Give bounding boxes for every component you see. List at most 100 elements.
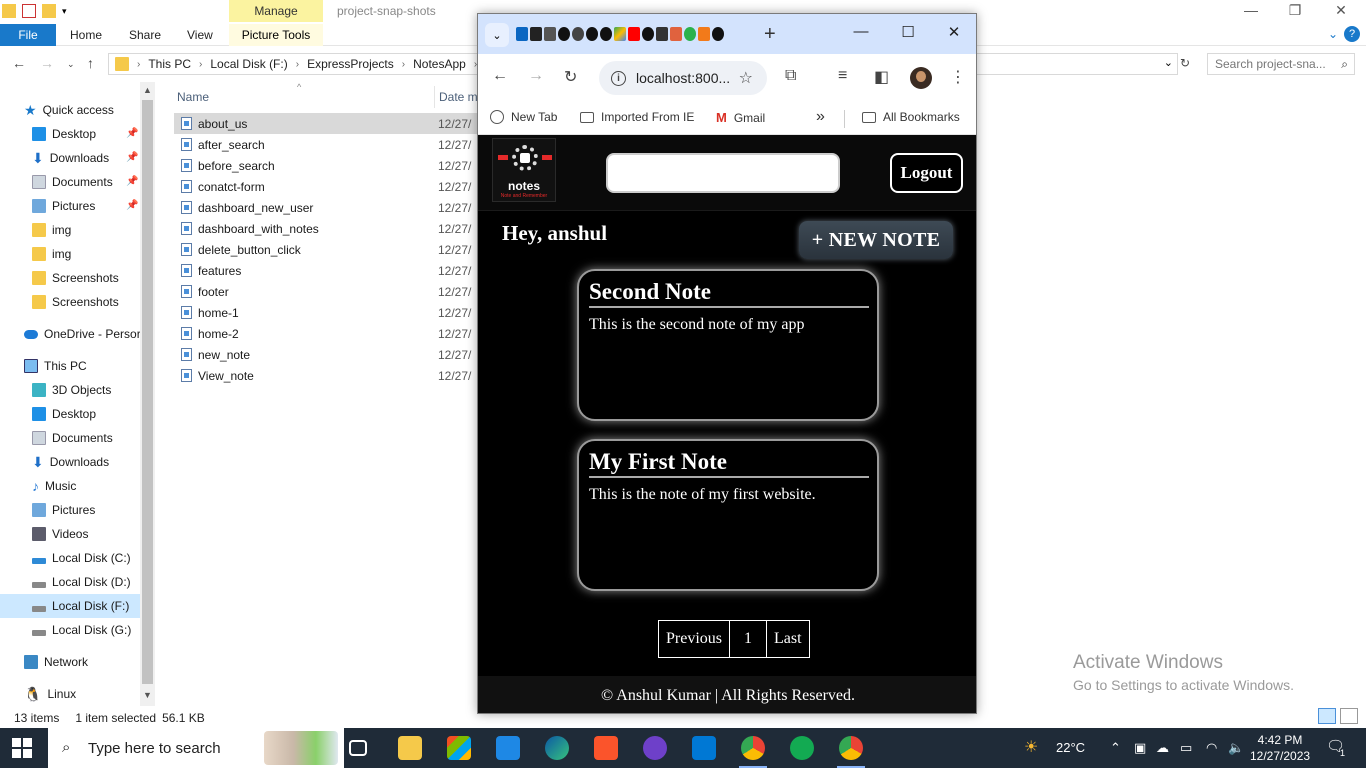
app-tab-icon[interactable] (656, 27, 668, 41)
github-icon[interactable] (712, 27, 724, 41)
nav-qa-img-1[interactable]: img (32, 218, 71, 242)
side-panel-icon[interactable]: ◧ (874, 67, 889, 87)
tab-share[interactable]: Share (129, 28, 161, 42)
nav-qa-screenshots-1[interactable]: Screenshots (32, 266, 119, 290)
column-header-name[interactable]: Name (177, 86, 209, 108)
vscode-icon[interactable] (692, 736, 716, 760)
column-header-date[interactable]: Date m (434, 86, 478, 108)
task-view-icon[interactable] (349, 740, 367, 756)
help-icon[interactable]: ? (1344, 26, 1360, 42)
nav-qa-desktop[interactable]: Desktop (32, 122, 96, 146)
profile-avatar[interactable] (910, 67, 932, 89)
nav-qa-img-2[interactable]: img (32, 242, 71, 266)
file-row[interactable]: home-1 12/27/ (174, 302, 478, 323)
expand-ribbon-icon[interactable]: ⌄ (1328, 27, 1338, 41)
extensions-icon[interactable]: ⧉ (785, 67, 796, 85)
properties-icon[interactable] (22, 4, 36, 18)
pagination-last[interactable]: Last (766, 620, 810, 658)
minimize-button[interactable]: — (1228, 2, 1274, 18)
scroll-up-icon[interactable]: ▲ (143, 85, 152, 95)
tab-view[interactable]: View (187, 28, 213, 42)
windows-start-icon[interactable] (12, 738, 32, 758)
details-view-icon[interactable] (1318, 708, 1336, 724)
new-note-button[interactable]: + NEW NOTE (799, 221, 953, 259)
bookmark-all-bookmarks[interactable]: All Bookmarks (862, 110, 960, 124)
up-arrow-icon[interactable]: ↑ (87, 55, 94, 71)
forward-arrow-icon[interactable]: → (40, 55, 54, 71)
github-icon[interactable] (600, 27, 612, 41)
nav-local-disk-c[interactable]: Local Disk (C:) (32, 546, 131, 570)
nav-local-disk-g[interactable]: Local Disk (G:) (32, 618, 131, 642)
notes-search-input[interactable] (606, 153, 840, 193)
github-icon[interactable] (586, 27, 598, 41)
nav-this-pc[interactable]: This PC (24, 354, 87, 378)
app-tab-icon[interactable] (572, 27, 584, 41)
breadcrumb-this-pc[interactable]: This PC (148, 57, 191, 71)
nav-scrollbar[interactable]: ▲ ▼ (140, 82, 155, 706)
breadcrumb-express-projects[interactable]: ExpressProjects (307, 57, 394, 71)
app-tab-icon[interactable] (698, 27, 710, 41)
bookmark-gmail[interactable]: M Gmail (716, 110, 765, 125)
nav-onedrive[interactable]: OneDrive - Persor (24, 322, 141, 346)
new-tab-button[interactable]: + (764, 23, 776, 46)
new-folder-icon[interactable] (42, 4, 56, 18)
file-row[interactable]: delete_button_click 12/27/ (174, 239, 478, 260)
breadcrumb-notes-app[interactable]: NotesApp (413, 57, 466, 71)
tab-file[interactable]: File (0, 24, 56, 46)
wifi-icon[interactable]: ◠ (1206, 740, 1217, 756)
tab-search-icon[interactable]: ⌄ (485, 23, 509, 47)
file-row[interactable]: about_us 12/27/ (174, 113, 478, 134)
app-tab-icon[interactable] (544, 27, 556, 41)
file-row[interactable]: after_search 12/27/ (174, 134, 478, 155)
more-menu-icon[interactable]: ⋮ (950, 67, 966, 87)
drive-icon[interactable] (614, 27, 626, 41)
media-controls-icon[interactable]: ≡ (838, 67, 847, 85)
note-card[interactable]: Second Note This is the second note of m… (577, 269, 879, 421)
nav-qa-downloads[interactable]: ⬇ Downloads (32, 146, 109, 170)
file-explorer-icon[interactable] (398, 736, 422, 760)
file-row[interactable]: dashboard_new_user 12/27/ (174, 197, 478, 218)
app-tab-icon[interactable] (684, 27, 696, 41)
manage-tab[interactable]: Manage (229, 0, 323, 22)
nav-local-disk-f[interactable]: Local Disk (F:) (0, 594, 140, 618)
chrome-profile-icon[interactable] (837, 736, 865, 768)
edge-icon[interactable] (545, 736, 569, 760)
tab-picture-tools[interactable]: Picture Tools (229, 24, 323, 46)
nav-network[interactable]: Network (24, 650, 88, 674)
scroll-thumb[interactable] (142, 100, 153, 684)
file-row[interactable]: conatct-form 12/27/ (174, 176, 478, 197)
address-dropdown-icon[interactable]: ⌄ (1164, 56, 1173, 69)
customize-toolbar-icon[interactable]: ▾ (62, 6, 67, 17)
reload-icon[interactable]: ↻ (564, 67, 577, 87)
forward-arrow-icon[interactable]: → (528, 67, 544, 85)
nav-desktop[interactable]: Desktop (32, 402, 96, 426)
file-row[interactable]: dashboard_with_notes 12/27/ (174, 218, 478, 239)
pagination-page-1[interactable]: 1 (729, 620, 767, 658)
youtube-icon[interactable] (628, 27, 640, 41)
meet-now-icon[interactable]: ▣ (1134, 740, 1146, 756)
microsoft-store-icon[interactable] (447, 736, 471, 760)
nav-downloads[interactable]: ⬇ Downloads (32, 450, 109, 474)
tab-home[interactable]: Home (70, 28, 102, 42)
app-tab-icon[interactable] (530, 27, 542, 41)
explorer-search-input[interactable]: Search project-sna... ⌕ (1207, 53, 1355, 75)
file-row[interactable]: new_note 12/27/ (174, 344, 478, 365)
weather-temp[interactable]: 22°C (1056, 740, 1085, 755)
mail-icon[interactable] (496, 736, 520, 760)
nav-pictures[interactable]: Pictures (32, 498, 95, 522)
breadcrumb-local-disk-f[interactable]: Local Disk (F:) (210, 57, 287, 71)
file-row[interactable]: View_note 12/27/ (174, 365, 478, 386)
app-logo[interactable]: notes Note and Remember (492, 138, 556, 202)
file-row[interactable]: footer 12/27/ (174, 281, 478, 302)
brave-icon[interactable] (594, 736, 618, 760)
restore-button[interactable]: ❐ (1272, 2, 1318, 19)
large-icons-view-icon[interactable] (1340, 708, 1358, 724)
nav-qa-pictures[interactable]: Pictures (32, 194, 95, 218)
github-icon[interactable] (642, 27, 654, 41)
pagination-previous[interactable]: Previous (658, 620, 730, 658)
linkedin-icon[interactable] (516, 27, 528, 41)
battery-icon[interactable]: ▭ (1180, 740, 1192, 756)
logout-button[interactable]: Logout (890, 153, 963, 193)
nav-local-disk-d[interactable]: Local Disk (D:) (32, 570, 131, 594)
back-arrow-icon[interactable]: ← (492, 67, 508, 85)
